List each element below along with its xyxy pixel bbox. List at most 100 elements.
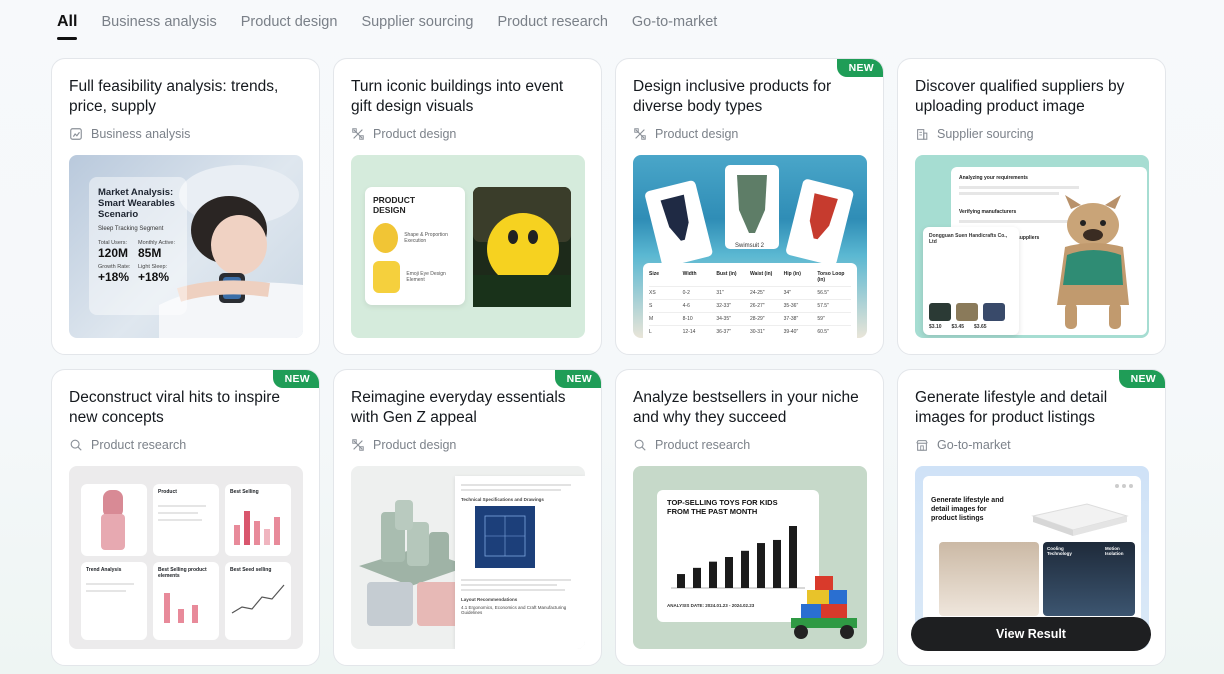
template-card-feasibility[interactable]: Full feasibility analysis: trends, price… [51, 58, 320, 355]
card-title: Analyze bestsellers in your niche and wh… [633, 389, 859, 426]
new-badge: NEW [836, 59, 883, 77]
sphere-building-image [473, 187, 571, 307]
blueprint-drawing [475, 506, 535, 568]
product-design-sheet: PRODUCT DESIGN Shape & Proportion Execut… [365, 187, 465, 305]
store-icon [916, 440, 928, 451]
tab-business-analysis[interactable]: Business analysis [101, 12, 216, 32]
size-table-cell: L [649, 329, 652, 335]
card-tag-label: Product design [373, 438, 457, 452]
size-table-cell: 35-36" [783, 303, 799, 309]
card-title: Turn iconic buildings into event gift de… [351, 78, 564, 115]
card-tag: Product research [69, 438, 186, 452]
size-table-cell: 24-25" [750, 290, 765, 296]
emoji-toy-image [373, 223, 399, 253]
tab-product-research[interactable]: Product research [497, 12, 607, 32]
category-tabs: All Business analysis Product design Sup… [57, 12, 741, 42]
product-photo [983, 303, 1005, 321]
size-table-cell: M [649, 316, 654, 322]
doc-title: Technical Specifications and Drawings [461, 497, 544, 502]
building-icon [917, 129, 928, 140]
card-tag-label: Business analysis [91, 127, 191, 141]
design-tools-icon [634, 128, 646, 140]
product-photo [956, 303, 978, 321]
size-table-cell: 59" [817, 316, 825, 322]
sheet-item: Emoji Eye Design Element [406, 271, 446, 283]
stat-value: 120M [98, 246, 129, 260]
swimsuit-caption: Swimsuit 2 [735, 243, 765, 249]
template-card-gen-z-essentials[interactable]: NEW Reimagine everyday essentials with G… [333, 369, 602, 666]
stat-value: +18% [98, 270, 130, 284]
new-badge: NEW [272, 370, 319, 388]
size-table-cell: 28-29" [750, 316, 765, 322]
card-tag-label: Supplier sourcing [937, 127, 1034, 141]
size-table-cell: 30-31" [750, 329, 765, 335]
sales-bar [757, 543, 765, 588]
card-title: Deconstruct viral hits to inspire new co… [69, 389, 281, 426]
search-sparkle-icon [70, 439, 82, 451]
size-table-cell: 57.5" [817, 303, 829, 309]
card-title: Reimagine everyday essentials with Gen Z… [351, 389, 566, 426]
template-card-bestsellers[interactable]: Analyze bestsellers in your niche and wh… [615, 369, 884, 666]
size-table-cell: Size [649, 271, 660, 277]
tab-supplier-sourcing[interactable]: Supplier sourcing [361, 12, 473, 32]
sales-bar [693, 567, 701, 588]
tab-product-design[interactable]: Product design [241, 12, 338, 32]
size-table-cell: 34" [783, 290, 791, 296]
price: $3.45 [951, 324, 965, 330]
analysis-panel: Best Selling product elements [153, 562, 219, 640]
size-table-cell: 31" [716, 290, 724, 296]
card-title: Full feasibility analysis: trends, price… [69, 78, 279, 115]
size-table-cell: S [649, 303, 653, 309]
tab-all[interactable]: All [57, 12, 78, 40]
panel-sub: Sleep Tracking Segment [98, 226, 164, 232]
template-grid: Full feasibility analysis: trends, price… [51, 58, 1166, 666]
sheet-item: Shape & Proportion Execution [404, 232, 448, 244]
template-card-viral-hits[interactable]: NEW Deconstruct viral hits to inspire ne… [51, 369, 320, 666]
card-tag: Business analysis [69, 127, 190, 141]
card-title: Design inclusive products for diverse bo… [633, 78, 832, 115]
supplier-result-card: Dongguan Suen Handicrafts Co., Ltd $3.10… [923, 227, 1019, 335]
desk-organizer-image [359, 500, 469, 586]
template-card-supplier-discovery[interactable]: Discover qualified suppliers by uploadin… [897, 58, 1166, 355]
size-table-cell: 0-2 [682, 290, 690, 296]
new-badge: NEW [554, 370, 601, 388]
card-tag: Product design [351, 438, 456, 452]
template-card-inclusive-products[interactable]: NEW Design inclusive products for divers… [615, 58, 884, 355]
cooling-tech-photo: Cooling Technology Motion Isolation [1043, 542, 1135, 616]
doc-subsection: 4.1 Ergonomics, Economics and Craft Manu… [461, 605, 567, 615]
sales-bar [741, 550, 749, 588]
card-tag-label: Product design [373, 127, 457, 141]
design-tools-icon [352, 439, 364, 451]
card-tag: Go-to-market [915, 438, 1011, 452]
feature-label: Motion Isolation [1105, 546, 1124, 556]
size-table-cell: 34-35" [716, 316, 731, 322]
size-table-cell: 60.5" [817, 329, 829, 335]
size-table-row: M 8-10 34-35" 28-29" 37-38" 59" [649, 313, 851, 326]
panel-title: Best Seed selling [230, 567, 272, 573]
panel-title: Trend Analysis [86, 567, 122, 573]
design-tools-icon [352, 128, 364, 140]
emoji-cup-image [373, 261, 401, 293]
chat-line: Analyzing your requirements [959, 175, 1028, 181]
card-tag-label: Go-to-market [937, 438, 1011, 452]
template-card-iconic-buildings[interactable]: Turn iconic buildings into event gift de… [333, 58, 602, 355]
analysis-panel: Product [153, 484, 219, 556]
chart-report-icon [70, 128, 82, 140]
sales-bar [725, 557, 733, 588]
lego-blocks-image [791, 576, 857, 639]
card-tag-label: Product research [655, 438, 751, 452]
template-card-lifestyle-images[interactable]: NEW Generate lifestyle and detail images… [897, 369, 1166, 666]
card-tag: Product design [351, 127, 456, 141]
preview-heading: Generate lifestyle and detail images for… [931, 497, 1004, 522]
window-dot [1122, 484, 1126, 488]
card-thumbnail: PRODUCT DESIGN Shape & Proportion Execut… [351, 155, 585, 338]
tab-go-to-market[interactable]: Go-to-market [632, 12, 717, 32]
card-title: Discover qualified suppliers by uploadin… [915, 78, 1125, 115]
price: $3.10 [929, 324, 942, 330]
new-badge: NEW [1118, 370, 1165, 388]
sales-bar [677, 574, 685, 588]
card-thumbnail: Market Analysis: Smart Wearables Scenari… [69, 155, 303, 338]
size-table-cell: 37-38" [783, 316, 799, 322]
view-result-button[interactable]: View Result [911, 617, 1151, 651]
lipstick-image [101, 490, 125, 550]
